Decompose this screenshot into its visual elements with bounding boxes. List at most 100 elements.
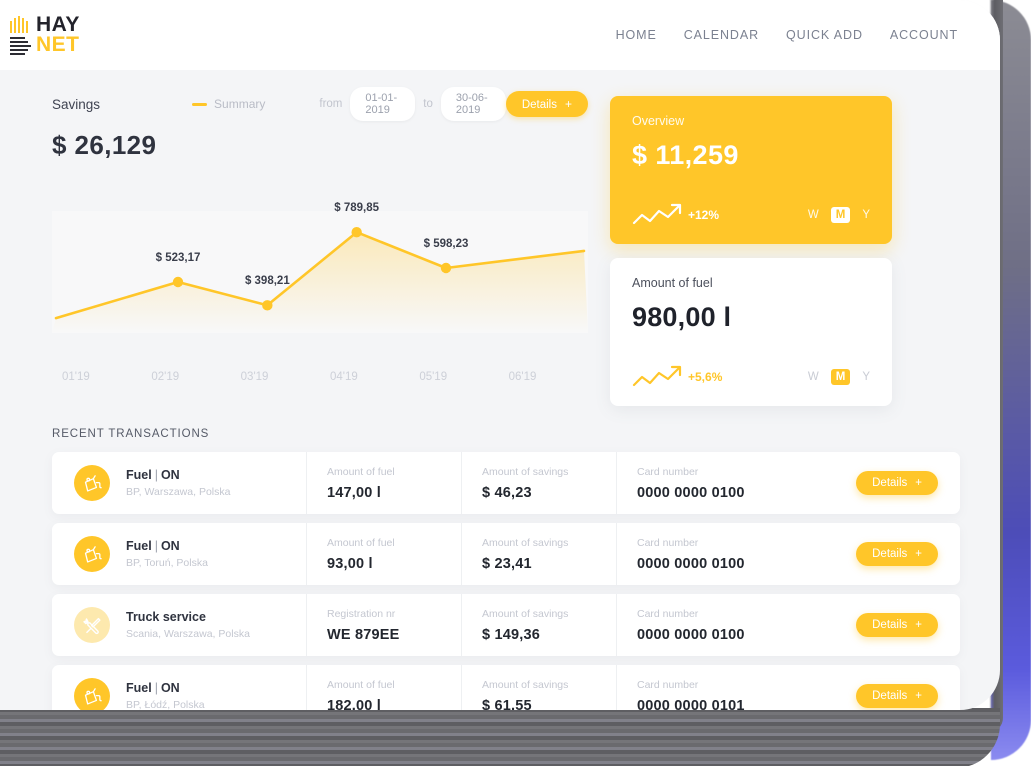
tx-title: Truck service	[126, 610, 306, 624]
tx-separator: |	[154, 681, 158, 695]
tx-column-2: Amount of savings $ 23,41	[461, 523, 616, 585]
fuel-range-w[interactable]: W	[808, 371, 819, 383]
tx-column-1: Amount of fuel 147,00 l	[306, 452, 461, 514]
overview-range-m[interactable]: M	[830, 207, 851, 223]
recent-transactions-section: RECENT TRANSACTIONS Fuel | ON BP, Warszawa…	[0, 406, 1000, 710]
table-row[interactable]: Fuel | ON BP, Warszawa, Polska Amount of f…	[52, 452, 960, 514]
overview-range-toggle: W M Y	[808, 207, 870, 223]
logo-text-net: NET	[36, 33, 80, 56]
tx-column-1-value: 147,00 l	[327, 484, 382, 501]
app-logo[interactable]: HAY NET	[8, 14, 238, 56]
chart-point-label: $ 598,23	[423, 237, 469, 250]
fuel-card-label: Amount of fuel	[632, 276, 713, 290]
tx-separator: |	[154, 539, 158, 553]
tx-actions: Details +	[856, 542, 946, 566]
date-to-input[interactable]: 30-06-2019	[440, 87, 506, 121]
tx-column-3: Card number 0000 0000 0100	[616, 452, 801, 514]
plus-icon: +	[564, 97, 572, 111]
fuel-trend: +5,6%	[632, 364, 722, 390]
tx-actions: Details +	[856, 471, 946, 495]
plus-icon: +	[915, 690, 922, 702]
x-tick-2: 03'19	[240, 371, 269, 383]
tx-column-2-label: Amount of savings	[482, 465, 569, 478]
savings-line-chart: $ 523,17 $ 398,21 $ 789,85 $ 598,23	[52, 175, 588, 365]
tx-name: Fuel	[126, 468, 152, 482]
tx-actions: Details +	[856, 613, 946, 637]
chart-point[interactable]	[262, 300, 273, 311]
main-navigation: HOME CALENDAR QUICK ADD ACCOUNT	[616, 28, 1000, 42]
tx-column-2-value: $ 46,23	[482, 484, 532, 501]
chart-point[interactable]	[440, 262, 452, 274]
chart-point[interactable]	[351, 227, 362, 238]
overview-card-label: Overview	[632, 114, 685, 128]
transactions-list: Fuel | ON BP, Warszawa, Polska Amount of f…	[52, 452, 960, 710]
fuel-nozzle-icon	[74, 465, 110, 501]
date-to-label: to	[423, 98, 433, 110]
overview-delta: +12%	[688, 208, 720, 222]
nav-item-account[interactable]: ACCOUNT	[890, 28, 958, 42]
tx-column-1: Registration nr WE 879EE	[306, 594, 461, 656]
fuel-card: Amount of fuel 980,00 l +5,6% W M Y	[610, 258, 892, 406]
table-row[interactable]: Fuel | ON BP, Toruń, Polska Amount of fuel…	[52, 523, 960, 585]
tx-column-2-label: Amount of savings	[482, 678, 569, 691]
savings-amount: $ 26,129	[52, 130, 157, 160]
overview-trend: +12%	[632, 202, 719, 228]
overview-range-w[interactable]: W	[808, 209, 819, 221]
tx-column-3-label: Card number	[637, 607, 699, 620]
tx-name: Fuel	[126, 539, 152, 553]
nav-item-quick-add[interactable]: QUICK ADD	[786, 28, 863, 42]
logo-horizontal-bars-icon	[10, 35, 36, 55]
tx-details-button[interactable]: Details +	[856, 613, 938, 637]
tx-column-1-label: Amount of fuel	[327, 536, 395, 549]
table-row[interactable]: Truck service Scania, Warszawa, Polska R…	[52, 594, 960, 656]
tx-column-1-value: WE 879EE	[327, 626, 400, 643]
fuel-range-m[interactable]: M	[830, 369, 851, 385]
tx-location: BP, Łódź, Polska	[126, 699, 205, 710]
chart-point[interactable]	[172, 276, 184, 288]
device-bezel-bottom	[0, 708, 1000, 768]
tx-name: Fuel	[126, 681, 152, 695]
tx-column-3-label: Card number	[637, 536, 699, 549]
savings-panel: Savings Summary from 01-01-2019 to 30-06…	[52, 87, 588, 406]
plus-icon: +	[915, 619, 922, 631]
date-from-input[interactable]: 01-01-2019	[350, 87, 416, 121]
tx-column-1-label: Amount of fuel	[327, 678, 395, 691]
tx-column-3-label: Card number	[637, 678, 699, 691]
fuel-nozzle-icon	[74, 678, 110, 710]
tx-primary: Truck service Scania, Warszawa, Polska	[110, 610, 306, 640]
chart-x-axis: 01'19 02'19 03'19 04'19 05'19 06'19	[52, 371, 588, 383]
tx-title: Fuel | ON	[126, 681, 306, 695]
tx-column-1: Amount of fuel 93,00 l	[306, 523, 461, 585]
trend-up-icon	[632, 365, 682, 387]
tx-details-button[interactable]: Details +	[856, 684, 938, 708]
tx-actions: Details +	[856, 684, 946, 708]
tx-name: Truck service	[126, 610, 206, 624]
table-row[interactable]: Fuel | ON BP, Łódź, Polska Amount of fuel …	[52, 665, 960, 710]
wrench-screwdriver-icon	[74, 607, 110, 643]
tx-column-2: Amount of savings $ 61,55	[461, 665, 616, 710]
tx-separator: |	[154, 468, 158, 482]
dashboard-top-row: Savings Summary from 01-01-2019 to 30-06…	[0, 87, 1000, 406]
page-content: Savings Summary from 01-01-2019 to 30-06…	[0, 70, 1000, 710]
tx-column-3-label: Card number	[637, 465, 699, 478]
x-tick-1: 02'19	[151, 371, 180, 383]
fuel-nozzle-icon	[74, 536, 110, 572]
tx-title: Fuel | ON	[126, 539, 306, 553]
savings-details-button[interactable]: Details +	[505, 91, 588, 117]
date-from-label: from	[319, 98, 343, 110]
nav-item-home[interactable]: HOME	[616, 28, 657, 42]
overview-range-y[interactable]: Y	[862, 209, 870, 221]
tx-details-button[interactable]: Details +	[856, 542, 938, 566]
savings-details-label: Details	[521, 99, 557, 111]
tx-primary: Fuel | ON BP, Toruń, Polska	[110, 539, 306, 569]
fuel-range-y[interactable]: Y	[862, 371, 870, 383]
nav-item-calendar[interactable]: CALENDAR	[684, 28, 759, 42]
tx-location: BP, Warszawa, Polska	[126, 486, 231, 498]
tx-details-button[interactable]: Details +	[856, 471, 938, 495]
device-frame: HAY NET HOME CALENDAR QUICK ADD ACCOUNT	[0, 0, 1031, 776]
x-tick-3: 04'19	[329, 371, 358, 383]
tx-column-3-value: 0000 0000 0101	[637, 697, 745, 711]
x-tick-0: 01'19	[62, 371, 90, 383]
tx-column-1-label: Registration nr	[327, 607, 396, 620]
device-bezel-mask	[0, 766, 1031, 776]
